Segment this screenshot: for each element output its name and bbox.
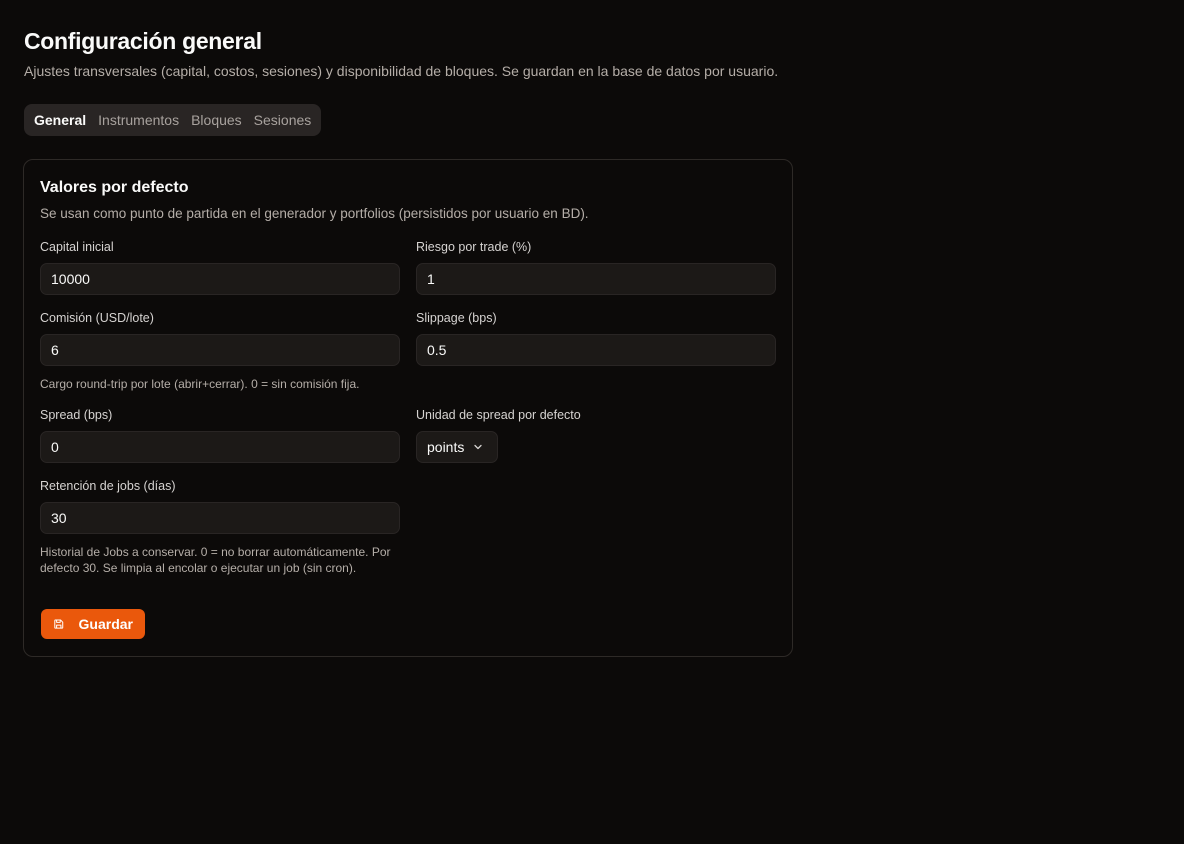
- risk-input[interactable]: [416, 263, 776, 295]
- card-description: Se usan como punto de partida en el gene…: [40, 206, 589, 221]
- capital-field-group: Capital inicial: [40, 240, 400, 295]
- retention-field-group: Retención de jobs (días) Historial de Jo…: [40, 479, 400, 576]
- card-title: Valores por defecto: [40, 179, 189, 196]
- spread-unit-field-group: Unidad de spread por defecto points: [416, 408, 776, 463]
- spread-label: Spread (bps): [40, 408, 113, 422]
- commission-field-group: Comisión (USD/lote) Cargo round-trip por…: [40, 311, 400, 392]
- row-commission-slippage: Comisión (USD/lote) Cargo round-trip por…: [40, 311, 776, 392]
- tab-general[interactable]: General: [28, 104, 92, 136]
- defaults-card: Valores por defecto Se usan como punto d…: [23, 159, 793, 657]
- tab-bloques[interactable]: Bloques: [185, 104, 248, 136]
- save-button-label: Guardar: [78, 616, 133, 632]
- slippage-input[interactable]: [416, 334, 776, 366]
- retention-hint: Historial de Jobs a conservar. 0 = no bo…: [40, 544, 400, 576]
- capital-label: Capital inicial: [40, 240, 114, 254]
- tab-instrumentos[interactable]: Instrumentos: [92, 104, 185, 136]
- spread-field-group: Spread (bps): [40, 408, 400, 463]
- spread-unit-select[interactable]: points: [416, 431, 498, 463]
- risk-label: Riesgo por trade (%): [416, 240, 532, 254]
- retention-label: Retención de jobs (días): [40, 479, 176, 493]
- retention-input[interactable]: [40, 502, 400, 534]
- retention-hint-line-1: Historial de Jobs a conservar. 0 = no bo…: [40, 545, 391, 559]
- spread-unit-value: points: [427, 439, 465, 455]
- retention-hint-line-2: defecto 30. Se limpia al encolar o ejecu…: [40, 561, 357, 575]
- slippage-field-group: Slippage (bps): [416, 311, 776, 392]
- settings-page: Configuración general Ajustes transversa…: [0, 0, 1184, 136]
- capital-input[interactable]: [40, 263, 400, 295]
- spread-unit-label: Unidad de spread por defecto: [416, 408, 581, 422]
- row-spread: Spread (bps) Unidad de spread por defect…: [40, 408, 776, 463]
- risk-field-group: Riesgo por trade (%): [416, 240, 776, 295]
- page-title: Configuración general: [24, 28, 262, 54]
- commission-input[interactable]: [40, 334, 400, 366]
- save-icon: [54, 619, 64, 629]
- row-retention: Retención de jobs (días) Historial de Jo…: [40, 479, 776, 576]
- slippage-label: Slippage (bps): [416, 311, 497, 325]
- commission-label: Comisión (USD/lote): [40, 311, 154, 325]
- tab-list: General Instrumentos Bloques Sesiones: [24, 104, 322, 136]
- commission-hint: Cargo round-trip por lote (abrir+cerrar)…: [40, 377, 360, 391]
- save-button[interactable]: Guardar: [41, 609, 145, 639]
- row-capital-risk: Capital inicial Riesgo por trade (%): [40, 240, 776, 295]
- tab-sesiones[interactable]: Sesiones: [248, 104, 318, 136]
- spread-input[interactable]: [40, 431, 400, 463]
- chevron-down-icon: [474, 444, 483, 450]
- page-subtitle: Ajustes transversales (capital, costos, …: [24, 63, 779, 79]
